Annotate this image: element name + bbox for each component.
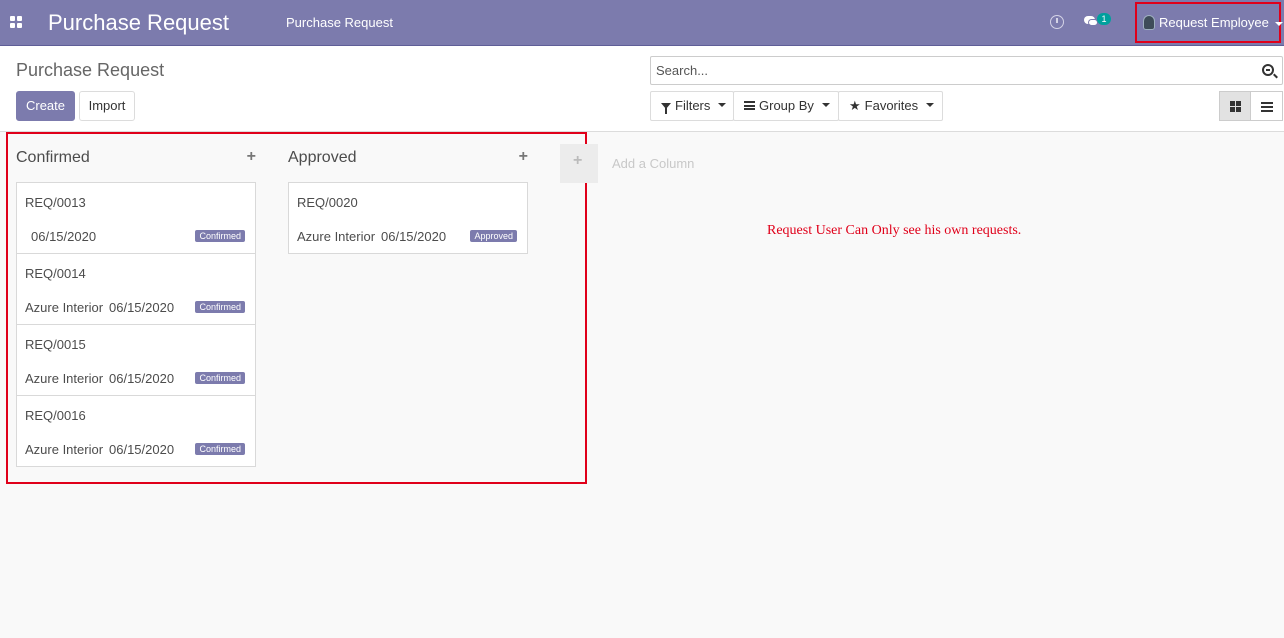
- card-partner: Azure Interior: [25, 300, 104, 315]
- kanban-view-icon[interactable]: [1219, 91, 1251, 121]
- card-date: 06/15/2020: [31, 229, 97, 244]
- filters-label: Filters: [675, 98, 711, 113]
- card-reference: REQ/0020: [297, 195, 358, 210]
- add-column-button[interactable]: [560, 144, 598, 183]
- column-add-icon[interactable]: +: [247, 148, 256, 166]
- card-date: 06/15/2020: [381, 229, 447, 244]
- groupby-dropdown[interactable]: Group By: [733, 91, 839, 121]
- chat-icon[interactable]: [1084, 16, 1098, 27]
- top-navbar: Purchase Request Purchase Request 1 Requ…: [0, 0, 1284, 46]
- column-title: Approved: [288, 149, 357, 166]
- status-badge: Confirmed: [195, 230, 245, 242]
- column-title: Confirmed: [16, 149, 90, 166]
- chevron-down-icon: [926, 102, 935, 107]
- card-date: 06/15/2020: [109, 442, 175, 457]
- messages-count-badge: 1: [1097, 13, 1111, 25]
- column-add-icon[interactable]: +: [519, 148, 528, 166]
- status-badge: Confirmed: [195, 372, 245, 384]
- status-badge: Approved: [470, 230, 517, 242]
- star-icon: ★: [849, 98, 861, 114]
- filter-icon: [661, 102, 671, 114]
- chevron-down-icon: [718, 102, 727, 107]
- page-title: Purchase Request: [16, 60, 165, 80]
- kanban-card[interactable]: REQ/0014 Azure Interior 06/15/2020 Confi…: [16, 253, 256, 325]
- chevron-down-icon: [821, 102, 830, 107]
- list-view-icon[interactable]: [1250, 91, 1283, 121]
- app-brand[interactable]: Purchase Request: [48, 10, 229, 36]
- card-reference: REQ/0014: [25, 266, 86, 281]
- add-column-label[interactable]: Add a Column: [612, 156, 694, 171]
- favorites-dropdown[interactable]: ★ Favorites: [838, 91, 943, 121]
- card-reference: REQ/0015: [25, 337, 86, 352]
- card-partner: Azure Interior: [25, 442, 104, 457]
- card-reference: REQ/0016: [25, 408, 86, 423]
- menu-item-purchase-request[interactable]: Purchase Request: [286, 15, 393, 30]
- card-partner: Azure Interior: [25, 371, 104, 386]
- user-menu[interactable]: Request Employee: [1135, 2, 1283, 43]
- filters-dropdown[interactable]: Filters: [650, 91, 734, 121]
- status-badge: Confirmed: [195, 443, 245, 455]
- kanban-card[interactable]: REQ/0013 06/15/2020 Confirmed: [16, 182, 256, 254]
- annotation-note: Request User Can Only see his own reques…: [767, 223, 1022, 238]
- create-button[interactable]: Create: [16, 91, 75, 121]
- card-date: 06/15/2020: [109, 371, 175, 386]
- search-box: [650, 56, 1283, 85]
- status-badge: Confirmed: [195, 301, 245, 313]
- apps-menu-icon[interactable]: [10, 16, 23, 29]
- chevron-down-icon: [1275, 22, 1283, 26]
- control-panel: Purchase Request Create Import Filters G…: [0, 46, 1284, 132]
- favorites-label: Favorites: [864, 98, 919, 113]
- kanban-card[interactable]: REQ/0016 Azure Interior 06/15/2020 Confi…: [16, 395, 256, 467]
- search-icon[interactable]: [1262, 64, 1274, 76]
- search-input[interactable]: [651, 57, 1251, 84]
- card-date: 06/15/2020: [109, 300, 175, 315]
- kanban-card[interactable]: REQ/0020 Azure Interior 06/15/2020 Appro…: [288, 182, 528, 254]
- kanban-card[interactable]: REQ/0015 Azure Interior 06/15/2020 Confi…: [16, 324, 256, 396]
- import-button[interactable]: Import: [79, 91, 135, 121]
- avatar-icon: [1143, 15, 1155, 30]
- bars-icon: [744, 101, 755, 111]
- card-reference: REQ/0013: [25, 195, 86, 210]
- card-partner: Azure Interior: [297, 229, 376, 244]
- groupby-label: Group By: [759, 98, 814, 113]
- user-name: Request Employee: [1159, 15, 1269, 30]
- clock-icon[interactable]: [1050, 15, 1064, 29]
